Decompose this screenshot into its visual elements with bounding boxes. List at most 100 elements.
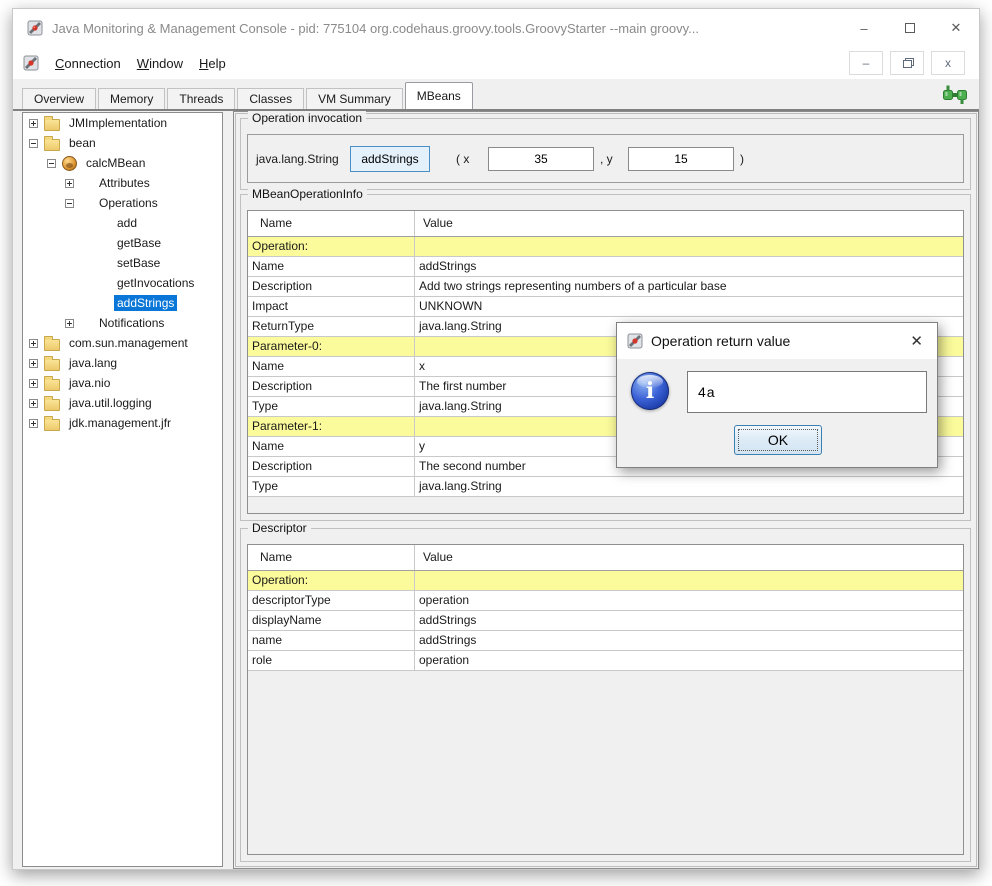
menu-window[interactable]: Window [137,56,183,71]
maximize-button[interactable] [887,9,933,47]
table-row[interactable]: Operation: [248,237,963,257]
return-value-field[interactable] [687,371,927,413]
tree-item-label: java.util.logging [66,395,155,411]
mbean-tree[interactable]: JMImplementationbeancalcMBeanAttributesO… [22,112,223,867]
expand-toggle-icon[interactable] [29,119,38,128]
table-row[interactable]: descriptorTypeoperation [248,591,963,611]
close-paren-label: ) [740,152,744,166]
cell-value: Add two strings representing numbers of … [414,277,963,296]
tree-item-notifications[interactable]: Notifications [23,313,222,333]
menu-bar: Connection Window Help – x [13,47,979,79]
tree-item-setbase[interactable]: setBase [23,253,222,273]
table-row[interactable]: Typejava.lang.String [248,477,963,497]
jconsole-app-icon [23,55,39,71]
group-title: Operation invocation [248,111,366,125]
tab-mbeans[interactable]: MBeans [405,82,473,109]
folder-icon [44,419,60,431]
tab-vm-summary[interactable]: VM Summary [306,88,403,109]
param-y-label: , y [600,152,613,166]
ok-button[interactable]: OK [734,425,822,455]
frame-restore-button[interactable] [890,51,924,75]
cell-name: Description [248,277,414,296]
param-x-input[interactable] [488,147,594,171]
cell-name: descriptorType [248,591,414,610]
tree-item-label: java.lang [66,355,120,371]
tree-item-add[interactable]: add [23,213,222,233]
jconsole-app-icon [27,20,43,36]
expand-toggle-icon[interactable] [29,419,38,428]
tree-item-java-nio[interactable]: java.nio [23,373,222,393]
minimize-button[interactable]: – [841,9,887,47]
tree-item-getinvocations[interactable]: getInvocations [23,273,222,293]
folder-icon [44,359,60,371]
descriptor-table-pane: Name Value Operation:descriptorTypeopera… [247,544,964,855]
dialog-close-icon[interactable]: ✕ [910,332,923,350]
collapse-toggle-icon[interactable] [29,139,38,148]
cell-value: addStrings [414,611,963,630]
column-header-value[interactable]: Value [414,545,963,570]
tree-item-jmimplementation[interactable]: JMImplementation [23,113,222,133]
operation-return-value-dialog: Operation return value ✕ i OK [616,322,938,468]
table-row[interactable]: displayNameaddStrings [248,611,963,631]
collapse-toggle-icon[interactable] [65,199,74,208]
tree-item-addstrings[interactable]: addStrings [23,293,222,313]
cell-value: UNKNOWN [414,297,963,316]
tree-item-label: add [114,215,140,231]
mbean-icon [62,156,77,171]
expand-toggle-icon[interactable] [29,379,38,388]
collapse-toggle-icon[interactable] [47,159,56,168]
column-header-name[interactable]: Name [248,211,414,236]
table-row[interactable]: DescriptionAdd two strings representing … [248,277,963,297]
cell-name: role [248,651,414,670]
dialog-body: i OK [617,359,937,468]
tree-item-calcmbean[interactable]: calcMBean [23,153,222,173]
param-x-label: ( x [456,152,469,166]
tree-item-java-lang[interactable]: java.lang [23,353,222,373]
menu-help[interactable]: Help [199,56,226,71]
expand-toggle-icon[interactable] [29,339,38,348]
table-row[interactable]: roleoperation [248,651,963,671]
cell-name: Name [248,437,414,456]
tab-overview[interactable]: Overview [22,88,96,109]
tree-item-operations[interactable]: Operations [23,193,222,213]
tree-item-label: java.nio [66,375,113,391]
tab-classes[interactable]: Classes [237,88,304,109]
tree-item-attributes[interactable]: Attributes [23,173,222,193]
descriptor-group: Descriptor Name Value Operation:descript… [240,528,971,862]
tree-item-bean[interactable]: bean [23,133,222,153]
dialog-title: Operation return value [651,333,790,349]
expand-toggle-icon[interactable] [29,359,38,368]
mbean-detail-panel: Operation invocation java.lang.String ad… [233,111,979,869]
expand-toggle-icon[interactable] [29,399,38,408]
tree-item-jdk-management-jfr[interactable]: jdk.management.jfr [23,413,222,433]
operation-invocation-panel: java.lang.String addStrings ( x , y ) [247,134,964,183]
cell-value: java.lang.String [414,477,963,496]
column-header-value[interactable]: Value [414,211,963,236]
frame-minimize-button[interactable]: – [849,51,883,75]
tree-item-java-util-logging[interactable]: java.util.logging [23,393,222,413]
param-y-input[interactable] [628,147,734,171]
cell-value [414,237,963,256]
tree-item-getbase[interactable]: getBase [23,233,222,253]
menu-connection[interactable]: Connection [55,56,121,71]
table-row[interactable]: NameaddStrings [248,257,963,277]
table-row[interactable]: ImpactUNKNOWN [248,297,963,317]
frame-close-button[interactable]: x [931,51,965,75]
invoke-operation-button[interactable]: addStrings [350,146,430,172]
table-header: Name Value [248,545,963,571]
tab-memory[interactable]: Memory [98,88,165,109]
return-type-label: java.lang.String [256,152,339,166]
expand-toggle-icon[interactable] [65,179,74,188]
tab-threads[interactable]: Threads [167,88,235,109]
cell-name: Impact [248,297,414,316]
cell-name: Operation: [248,237,414,256]
expand-toggle-icon[interactable] [65,319,74,328]
column-header-name[interactable]: Name [248,545,414,570]
table-row[interactable]: Operation: [248,571,963,591]
tree-item-com-sun-management[interactable]: com.sun.management [23,333,222,353]
table-row[interactable]: nameaddStrings [248,631,963,651]
cell-value: addStrings [414,631,963,650]
close-button[interactable]: ✕ [933,9,979,47]
folder-icon [44,379,60,391]
cell-name: Name [248,357,414,376]
